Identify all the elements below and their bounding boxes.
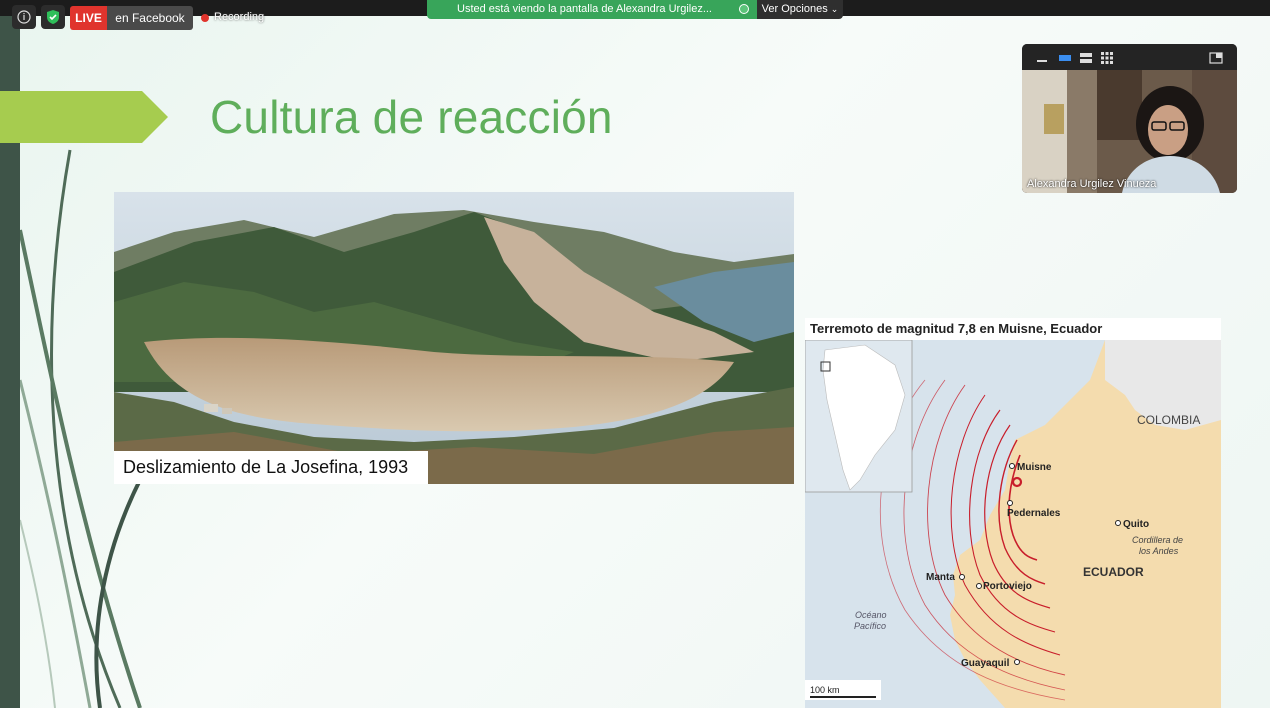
slide-title: Cultura de reacción <box>210 91 613 143</box>
grid-icon <box>1101 52 1113 64</box>
view-options-label: Ver Opciones <box>761 3 828 15</box>
map-label-cordillera: Cordillera de <box>1132 535 1183 545</box>
map-scale-label: 100 km <box>810 685 840 695</box>
title-arrow-shape <box>0 91 168 143</box>
map-label-colombia: COLOMBIA <box>1137 413 1200 427</box>
pip-icon <box>1209 52 1223 64</box>
chevron-down-icon: ⌄ <box>830 4 839 14</box>
recording-dot-icon <box>201 14 209 22</box>
recording-label: Recording <box>214 11 265 23</box>
map-scale-bar <box>810 696 876 698</box>
map-label-pacifico: Pacífico <box>854 621 886 631</box>
map-label-pedernales: Pedernales <box>1007 508 1061 519</box>
map-label-oceano: Océano <box>855 610 887 620</box>
share-status-icon <box>739 4 749 14</box>
info-icon <box>17 10 31 24</box>
participant-video-panel[interactable]: Alexandra Urgilez Vinueza <box>1022 44 1237 193</box>
map-label-guayaquil: Guayaquil <box>961 658 1010 669</box>
map-label-andes: los Andes <box>1139 546 1179 556</box>
map-title: Terremoto de magnitud 7,8 en Muisne, Ecu… <box>810 321 1103 336</box>
earthquake-map: COLOMBIA ECUADOR Muisne Pedernales Quito… <box>805 340 1221 708</box>
speaker-view-icon <box>1059 55 1071 61</box>
map-label-manta: Manta <box>926 572 955 583</box>
map-label-portoviejo: Portoviejo <box>983 581 1032 592</box>
map-label-muisne: Muisne <box>1017 462 1052 473</box>
earthquake-map-panel: Terremoto de magnitud 7,8 en Muisne, Ecu… <box>805 318 1221 708</box>
participant-name: Alexandra Urgilez Vinueza <box>1027 178 1157 190</box>
map-label-quito: Quito <box>1123 519 1149 530</box>
screen-share-banner: Usted está viendo la pantalla de Alexand… <box>427 0 757 19</box>
strip-view-icon <box>1080 53 1092 63</box>
landslide-photo <box>114 192 794 484</box>
minimize-icon <box>1037 60 1047 62</box>
live-target-button[interactable]: en Facebook <box>107 6 193 30</box>
security-button[interactable] <box>41 5 65 29</box>
minimize-video-button[interactable] <box>1036 51 1048 63</box>
exit-floating-button[interactable] <box>1209 51 1223 64</box>
shield-check-icon <box>47 10 59 24</box>
active-speaker-view-button[interactable] <box>1058 51 1072 63</box>
photo-caption: Deslizamiento de La Josefina, 1993 <box>114 451 428 484</box>
gallery-view-button[interactable] <box>1100 51 1114 64</box>
view-options-button[interactable]: Ver Opciones ⌄ <box>757 0 843 19</box>
strip-view-button[interactable] <box>1079 51 1093 63</box>
video-panel-toolbar <box>1022 44 1237 70</box>
map-label-ecuador: ECUADOR <box>1083 565 1144 579</box>
meeting-info-button[interactable] <box>12 5 36 29</box>
live-badge[interactable]: LIVE <box>70 6 107 30</box>
